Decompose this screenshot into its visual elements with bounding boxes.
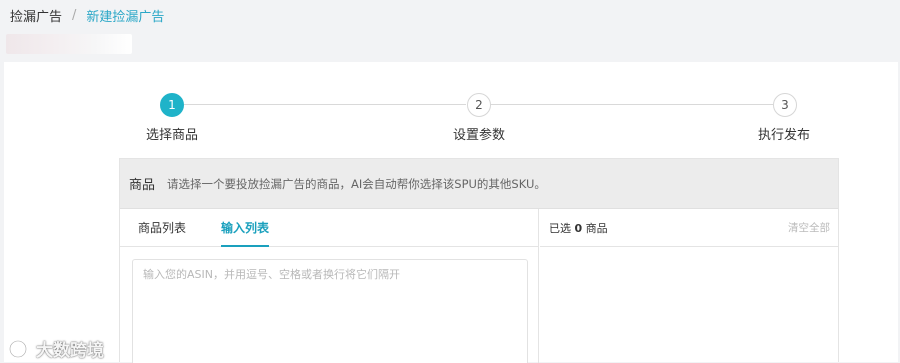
step-connector-1 [184,104,466,105]
product-title: 商品 [129,178,156,193]
product-hint: 请选择一个要投放捡漏广告的商品，AI会自动帮你选择该SPU的其他SKU。 [167,176,546,191]
selected-header: 已选 0 商品 清空全部 [540,209,838,247]
step-connector-2 [491,104,773,105]
watermark-text: 大数跨境 [36,341,104,361]
tab-input-list-label: 输入列表 [221,221,270,235]
step-3-number: 3 [781,98,789,112]
product-input-pane: 商品列表 输入列表 [120,209,539,363]
selected-prefix: 已选 [549,221,571,235]
blurred-page-title [6,34,132,54]
selected-suffix: 商品 [585,221,608,235]
breadcrumb-separator: / [72,7,77,23]
product-header: 商品 请选择一个要投放捡漏广告的商品，AI会自动帮你选择该SPU的其他SKU。 [120,159,838,209]
tab-input-list[interactable]: 输入列表 [221,209,270,247]
tab-product-list-label: 商品列表 [138,221,187,235]
clear-all-button[interactable]: 清空全部 [788,220,830,235]
main-panel: 1 2 3 选择商品 设置参数 执行发布 商品 请选择一个要投放捡漏广告的商品，… [4,62,898,363]
step-2-circle: 2 [467,93,491,117]
asin-input[interactable] [132,259,528,363]
step-3-circle: 3 [773,93,797,117]
tab-product-list[interactable]: 商品列表 [138,209,186,247]
step-1-label: 选择商品 [146,128,199,143]
step-2-number: 2 [475,98,483,112]
step-1-circle: 1 [160,93,184,117]
watermark: 大数跨境 [8,336,104,361]
stepper: 1 2 3 选择商品 设置参数 执行发布 [4,62,898,152]
selected-count: 0 [574,221,583,235]
step-2-label: 设置参数 [453,128,506,143]
selected-products-pane: 已选 0 商品 清空全部 [540,209,838,363]
breadcrumb-root-link[interactable]: 捡漏广告 [10,6,62,25]
product-selection-box: 商品 请选择一个要投放捡漏广告的商品，AI会自动帮你选择该SPU的其他SKU。 … [119,158,839,363]
selected-count-text: 已选 0 商品 [549,220,608,236]
breadcrumb-current: 新建捡漏广告 [86,9,165,25]
breadcrumb: 捡漏广告 / 新建捡漏广告 [10,6,165,25]
product-tabs: 商品列表 输入列表 [120,209,538,247]
step-1-number: 1 [168,98,176,112]
watermark-logo-icon [9,339,27,358]
step-3-label: 执行发布 [758,128,811,143]
